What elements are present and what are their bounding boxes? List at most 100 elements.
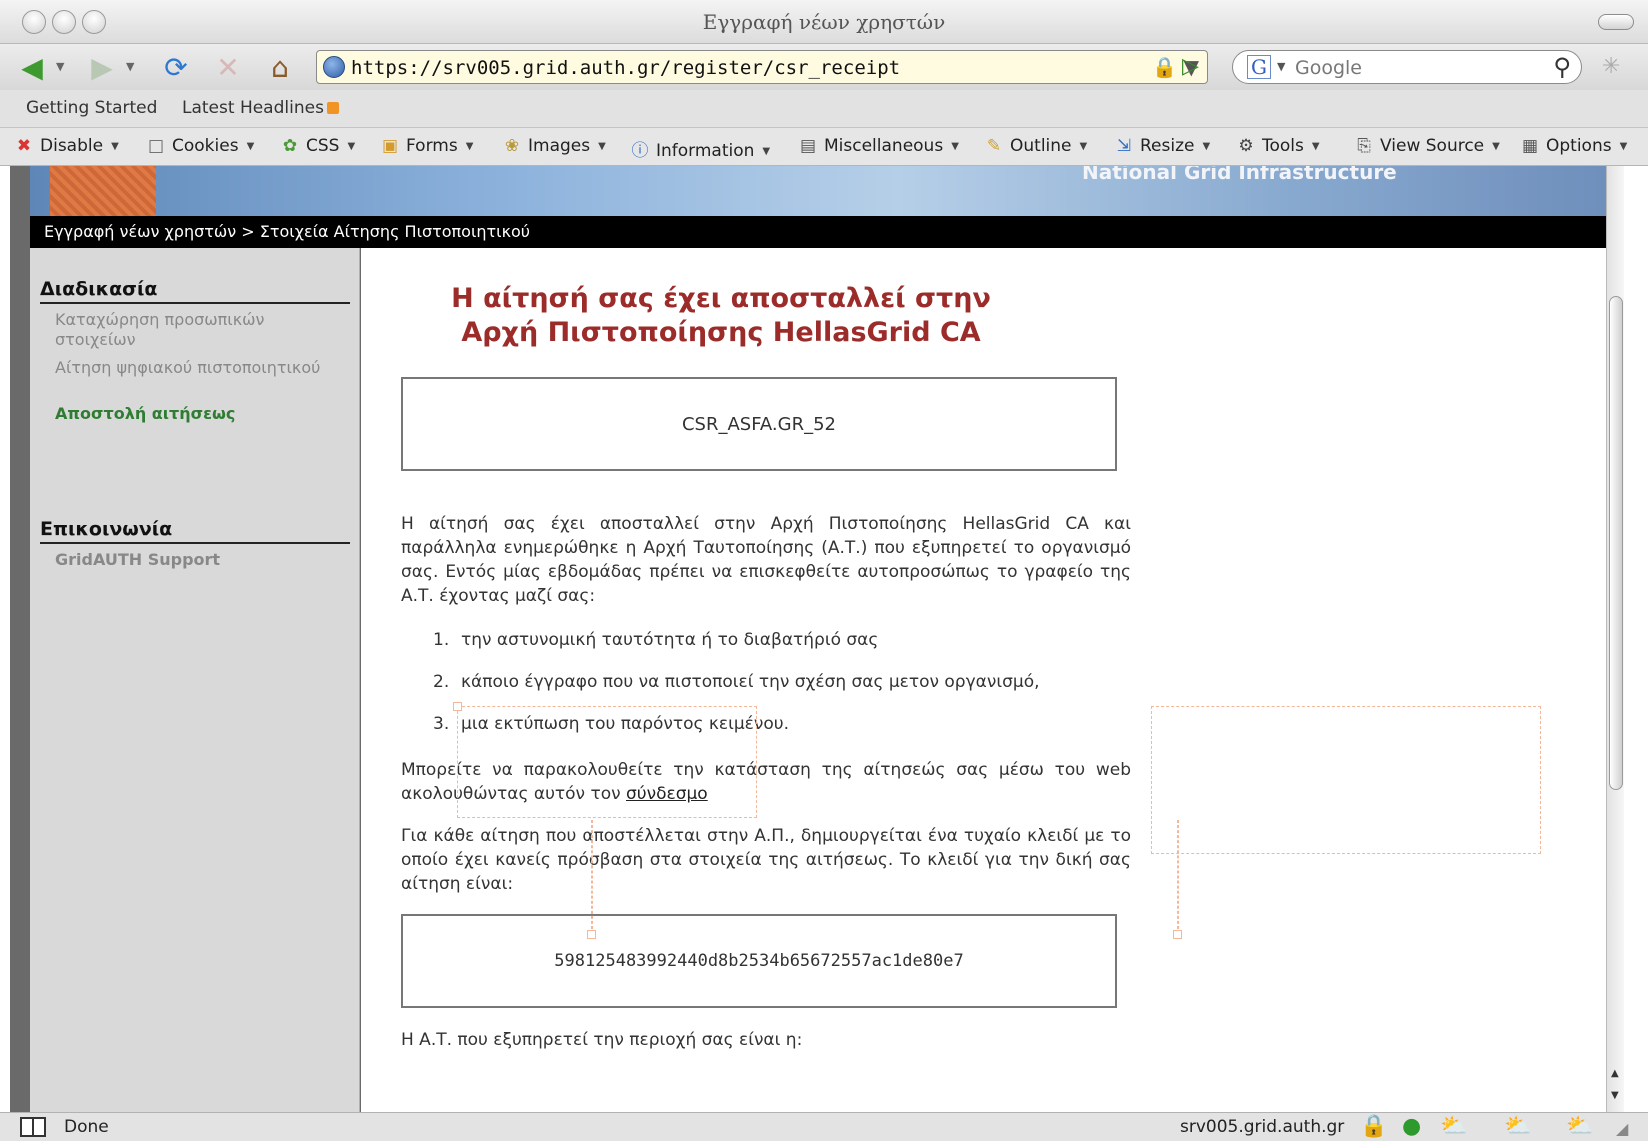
- activity-throbber-icon: ✳: [1602, 54, 1621, 79]
- key-paragraph: Για κάθε αίτηση που αποστέλλεται στην Α.…: [401, 826, 1131, 894]
- chevron-down-icon: ▼: [347, 140, 356, 152]
- vertical-scrollbar[interactable]: ▲ ▼: [1606, 166, 1624, 1112]
- pencil-icon: ✎: [986, 136, 1002, 156]
- chevron-down-icon: ▼: [111, 140, 119, 152]
- forward-history-dropdown-icon[interactable]: ▼: [126, 60, 134, 73]
- resize-grip-icon[interactable]: ◢: [1616, 1119, 1628, 1138]
- weather-icon: ⛅: [1504, 1114, 1532, 1139]
- breadcrumb: Εγγραφή νέων χρηστών > Στοιχεία Αίτησης …: [30, 216, 1606, 248]
- engine-dropdown-icon[interactable]: ▼: [1277, 60, 1285, 73]
- scroll-down-icon[interactable]: ▼: [1611, 1090, 1619, 1101]
- dev-menu-cookies-label: Cookies: [172, 136, 239, 156]
- outline-guide: [457, 706, 757, 818]
- dev-menu-miscellaneous[interactable]: ▤ Miscellaneous ▼: [798, 136, 959, 156]
- dev-menu-forms-label: Forms: [406, 136, 458, 156]
- chevron-down-icon: ▼: [1619, 140, 1628, 152]
- dev-menu-options[interactable]: ▦ Options ▼: [1520, 136, 1627, 156]
- dev-menu-view-source-label: View Source: [1380, 136, 1485, 156]
- dev-menu-cookies[interactable]: □ Cookies ▼: [146, 136, 254, 156]
- images-icon: ❀: [504, 136, 520, 156]
- back-arrow-icon[interactable]: ◀: [14, 50, 50, 84]
- chevron-down-icon: ▼: [762, 145, 771, 157]
- page-viewport: National Grid Infrastructure Εγγραφή νέω…: [10, 166, 1624, 1112]
- dev-menu-miscellaneous-label: Miscellaneous: [824, 136, 944, 156]
- chevron-down-icon: ▼: [951, 140, 959, 152]
- url-bar[interactable]: https://srv005.grid.auth.gr/register/csr…: [316, 50, 1208, 84]
- options-icon: ▦: [1521, 136, 1539, 156]
- weather-icon: ⛅: [1566, 1114, 1594, 1139]
- css-icon: ✿: [282, 136, 298, 156]
- home-icon[interactable]: ⌂: [262, 50, 298, 84]
- bookmarks-bar: Getting Started Latest Headlines: [0, 90, 1648, 128]
- sidebar-step-send-request: Αποστολή αιτήσεως: [55, 404, 236, 423]
- url-text: https://srv005.grid.auth.gr/register/csr…: [351, 57, 901, 79]
- search-icon[interactable]: ⚲: [1553, 53, 1571, 81]
- back-history-dropdown-icon[interactable]: ▼: [56, 60, 64, 73]
- dev-menu-view-source[interactable]: ⎘ View Source ▼: [1354, 136, 1500, 156]
- outline-handle: [453, 702, 462, 711]
- info-icon: ⓘ: [631, 141, 649, 161]
- dev-menu-forms[interactable]: ▣ Forms ▼: [380, 136, 473, 156]
- sidebar: Διαδικασία Καταχώρηση προσωπικών στοιχεί…: [30, 248, 360, 1112]
- dev-menu-options-label: Options: [1546, 136, 1612, 156]
- chevron-down-icon: ▼: [246, 140, 255, 152]
- list-number: 1.: [433, 630, 450, 650]
- stop-icon[interactable]: ✕: [210, 50, 246, 84]
- list-item-text: την αστυνομική ταυτότητα ή το διαβατήριό…: [461, 630, 879, 650]
- secure-lock-icon[interactable]: 🔒: [1360, 1114, 1387, 1139]
- sidebar-step-personal-details: Καταχώρηση προσωπικών στοιχείων: [55, 310, 265, 349]
- intro-paragraph: Η αίτησή σας έχει αποσταλλεί στην Αρχή Π…: [401, 514, 1131, 606]
- chevron-down-icon: ▼: [1311, 140, 1320, 152]
- rss-feed-icon: [326, 102, 339, 114]
- chevron-down-icon: ▼: [1079, 140, 1088, 152]
- go-arrow-icon[interactable]: ▷: [1182, 54, 1199, 79]
- dev-menu-tools-label: Tools: [1262, 136, 1304, 156]
- reload-icon[interactable]: ⟳: [158, 50, 194, 84]
- dev-menu-information-label: Information: [656, 141, 755, 161]
- weather-icon: ⛅: [1440, 1114, 1468, 1139]
- dev-menu-images[interactable]: ❀ Images ▼: [502, 136, 606, 156]
- dev-menu-css[interactable]: ✿ CSS ▼: [280, 136, 355, 156]
- dev-menu-tools[interactable]: ⚙ Tools ▼: [1236, 136, 1320, 156]
- tools-icon: ⚙: [1238, 136, 1254, 156]
- sidebar-link-support[interactable]: GridAUTH Support: [55, 550, 325, 570]
- list-item: 2. κάποιο έγγραφο που να πιστοποιεί την σ…: [433, 672, 1040, 692]
- sidebar-section-procedure: Διαδικασία: [40, 278, 350, 304]
- outline-handle: [1173, 930, 1182, 939]
- bookmark-getting-started[interactable]: Getting Started: [26, 98, 157, 118]
- ra-paragraph: Η Α.Τ. που εξυπηρετεί την περιοχή σας εί…: [401, 1030, 803, 1050]
- forms-icon: ▣: [381, 136, 399, 156]
- sidebar-step-certificate-request: Αίτηση ψηφιακού πιστοποιητικού: [55, 358, 321, 377]
- forward-arrow-icon[interactable]: ▶: [84, 50, 120, 84]
- chevron-down-icon: ▼: [1202, 140, 1211, 152]
- search-placeholder: Google: [1295, 57, 1363, 79]
- bookmark-latest-headlines[interactable]: Latest Headlines: [182, 98, 339, 118]
- dev-menu-disable[interactable]: ✖ Disable ▼: [14, 136, 119, 156]
- web-developer-toolbar: ✖ Disable ▼ □ Cookies ▼ ✿ CSS ▼ ▣ Forms ▼ ❀ Image…: [0, 128, 1648, 166]
- dev-menu-outline[interactable]: ✎ Outline ▼: [984, 136, 1087, 156]
- dev-menu-resize-label: Resize: [1140, 136, 1195, 156]
- scrollbar-thumb[interactable]: [1609, 296, 1623, 790]
- dev-menu-disable-label: Disable: [40, 136, 104, 156]
- list-item: 1. την αστυνομική ταυτότητα ή το διαβατήρ…: [433, 630, 878, 650]
- navigation-toolbar: ◀ ▼ ▶ ▼ ⟳ ✕ ⌂ https://srv005.grid.auth.g…: [0, 44, 1648, 90]
- source-icon: ⎘: [1357, 136, 1371, 156]
- window-titlebar: Εγγραφή νέων χρηστών: [0, 0, 1648, 44]
- outline-handle: [587, 930, 596, 939]
- list-item-text: κάποιο έγγραφο που να πιστοποιεί την σχέ…: [461, 672, 1040, 692]
- misc-icon: ▤: [799, 136, 817, 156]
- search-input[interactable]: G ▼ Google ⚲: [1232, 50, 1582, 84]
- outline-guide: [1151, 706, 1541, 854]
- toolbar-toggle-button[interactable]: [1598, 14, 1634, 30]
- main-content: Η αίτησή σας έχει αποσταλλεί στην Αρχή Π…: [361, 248, 1606, 1112]
- google-engine-icon[interactable]: G: [1247, 55, 1271, 79]
- scroll-up-icon[interactable]: ▲: [1611, 1068, 1619, 1079]
- chevron-down-icon: ▼: [465, 140, 474, 152]
- chevron-down-icon: ▼: [1492, 140, 1500, 152]
- site-globe-icon: [323, 56, 345, 78]
- dev-menu-resize[interactable]: ⇲ Resize ▼: [1114, 136, 1210, 156]
- dev-menu-images-label: Images: [528, 136, 591, 156]
- dev-menu-information[interactable]: ⓘ Information ▼: [630, 136, 771, 161]
- dev-menu-outline-label: Outline: [1010, 136, 1072, 156]
- bookmark-latest-headlines-label: Latest Headlines: [182, 98, 324, 118]
